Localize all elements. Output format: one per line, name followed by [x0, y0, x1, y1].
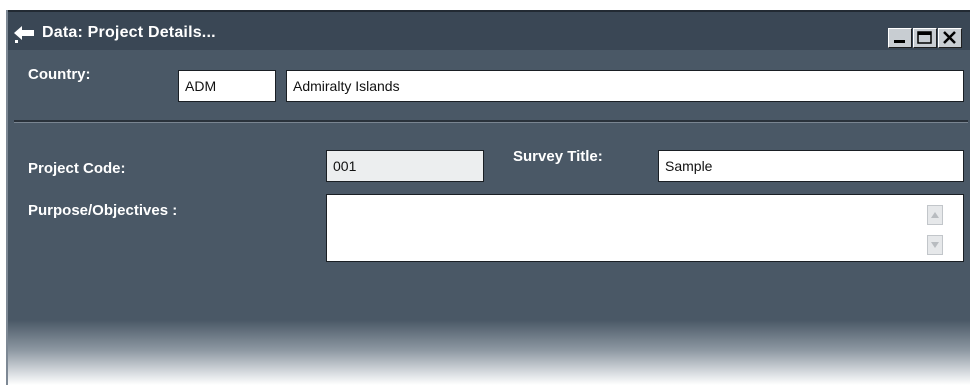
section-divider [14, 120, 968, 123]
purpose-objectives-label: Purpose/Objectives : [28, 202, 178, 219]
maximize-button[interactable] [913, 28, 937, 48]
survey-title-label: Survey Title: [513, 148, 603, 165]
page: Data: Project Details... Country: ADM Ad… [0, 0, 970, 385]
project-details-window: Data: Project Details... Country: ADM Ad… [6, 10, 970, 385]
country-name-field[interactable]: Admiralty Islands [286, 70, 964, 102]
scroll-down-button[interactable] [927, 235, 943, 255]
country-code-field[interactable]: ADM [178, 70, 276, 102]
close-button[interactable] [938, 28, 962, 48]
survey-title-field[interactable]: Sample [658, 150, 964, 182]
window-controls [888, 28, 962, 48]
country-label: Country: [28, 66, 91, 83]
purpose-objectives-textarea[interactable] [326, 194, 964, 262]
title-bar[interactable]: Data: Project Details... [8, 10, 970, 50]
project-code-field[interactable]: 001 [326, 150, 484, 182]
project-code-label: Project Code: [28, 160, 126, 177]
scroll-up-button[interactable] [927, 205, 943, 225]
window-title: Data: Project Details... [42, 24, 216, 41]
data-window-icon [12, 22, 38, 44]
minimize-button[interactable] [888, 28, 912, 48]
